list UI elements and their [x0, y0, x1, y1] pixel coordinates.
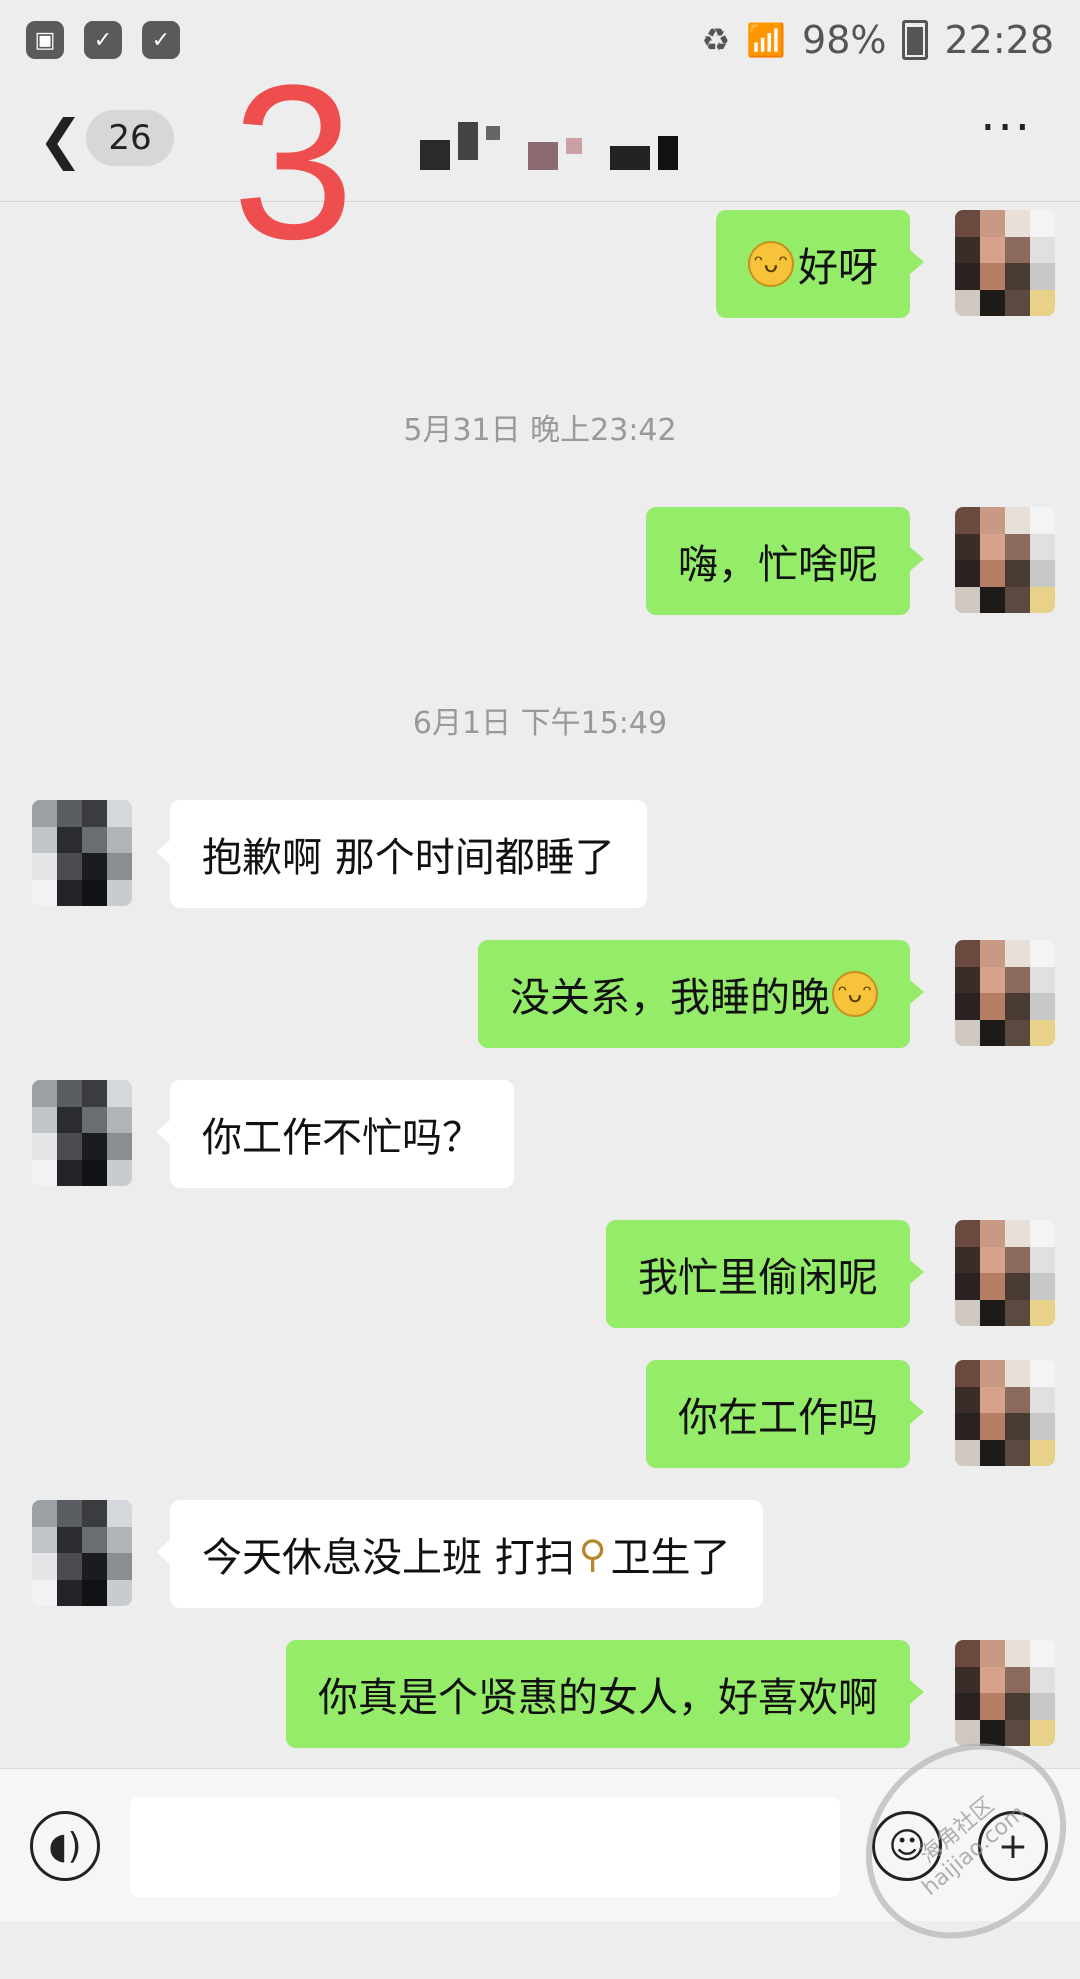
my-avatar[interactable] [955, 210, 1055, 316]
check-notification-icon: ✓ [142, 21, 180, 59]
message-text: 你工作不忙吗？ [202, 1115, 482, 1161]
message-bubble-sent[interactable]: 没关系，我睡的晚 ᵔᴗᵔ [478, 940, 924, 1048]
status-bar: ▣ ✓ ✓ ♻ 📶 98% 22:28 [0, 0, 1080, 80]
contact-avatar[interactable] [32, 1080, 132, 1186]
my-avatar[interactable] [955, 940, 1055, 1046]
more-options-icon[interactable]: ··· [980, 100, 1032, 156]
chat-timestamp: 5月31日 晚上23:42 [403, 413, 677, 448]
voice-icon[interactable]: ◖) [30, 1811, 100, 1881]
system-indicators: ♻ 📶 98% 22:28 [701, 18, 1054, 62]
battery-percent: 98% [802, 18, 887, 62]
my-avatar[interactable] [955, 1640, 1055, 1746]
check-notification-icon: ✓ [84, 21, 122, 59]
overlay-number: 3 [232, 39, 355, 285]
gallery-notification-icon: ▣ [26, 21, 64, 59]
chat-header: ❮ 26 3 ··· [0, 52, 1080, 272]
recycle-icon: ♻ [701, 21, 731, 59]
message-text: 卫生了 [610, 1535, 731, 1581]
clock: 22:28 [944, 18, 1054, 62]
grin-emoji-icon: ᵔᴗᵔ [748, 241, 794, 287]
notification-icons: ▣ ✓ ✓ [26, 21, 180, 59]
unread-count-badge[interactable]: 26 [86, 110, 174, 166]
grin-emoji-icon: ᵔᴗᵔ [832, 971, 878, 1017]
message-text: 好呀 [798, 245, 878, 291]
my-avatar[interactable] [955, 507, 1055, 613]
message-text: 嗨，忙啥呢 [678, 542, 878, 588]
wifi-icon: 📶 [746, 21, 787, 59]
message-text: 你在工作吗 [678, 1395, 878, 1441]
message-bubble-received[interactable]: 你工作不忙吗？ [156, 1080, 514, 1188]
chat-title-pixelated[interactable] [420, 122, 678, 170]
message-bubble-sent[interactable]: 嗨，忙啥呢 [646, 507, 924, 615]
message-text: 我忙里偷闲呢 [638, 1255, 878, 1301]
message-bubble-sent[interactable]: 你在工作吗 [646, 1360, 924, 1468]
message-text: 今天休息没上班 打扫 [202, 1535, 575, 1581]
message-bubble-received[interactable]: 抱歉啊 那个时间都睡了 [156, 800, 647, 908]
chat-timestamp: 6月1日 下午15:49 [412, 706, 668, 741]
message-bubble-sent[interactable]: ᵔᴗᵔ 好呀 [716, 210, 924, 318]
contact-avatar[interactable] [32, 800, 132, 906]
message-bubble-sent[interactable]: 你真是个贤惠的女人，好喜欢啊 [286, 1640, 924, 1748]
my-avatar[interactable] [955, 1220, 1055, 1326]
my-avatar[interactable] [955, 1360, 1055, 1466]
message-input[interactable] [130, 1797, 840, 1897]
contact-avatar[interactable] [32, 1500, 132, 1606]
message-text: 你真是个贤惠的女人，好喜欢啊 [318, 1675, 878, 1721]
broom-emoji-icon: ⚲ [578, 1532, 607, 1576]
message-text: 抱歉啊 那个时间都睡了 [202, 835, 615, 881]
chevron-left-icon[interactable]: ❮ [38, 108, 83, 171]
battery-icon [902, 20, 929, 60]
message-bubble-sent[interactable]: 我忙里偷闲呢 [606, 1220, 924, 1328]
message-bubble-received[interactable]: 今天休息没上班 打扫 ⚲ 卫生了 [156, 1500, 763, 1608]
message-text: 没关系，我睡的晚 [510, 975, 830, 1021]
